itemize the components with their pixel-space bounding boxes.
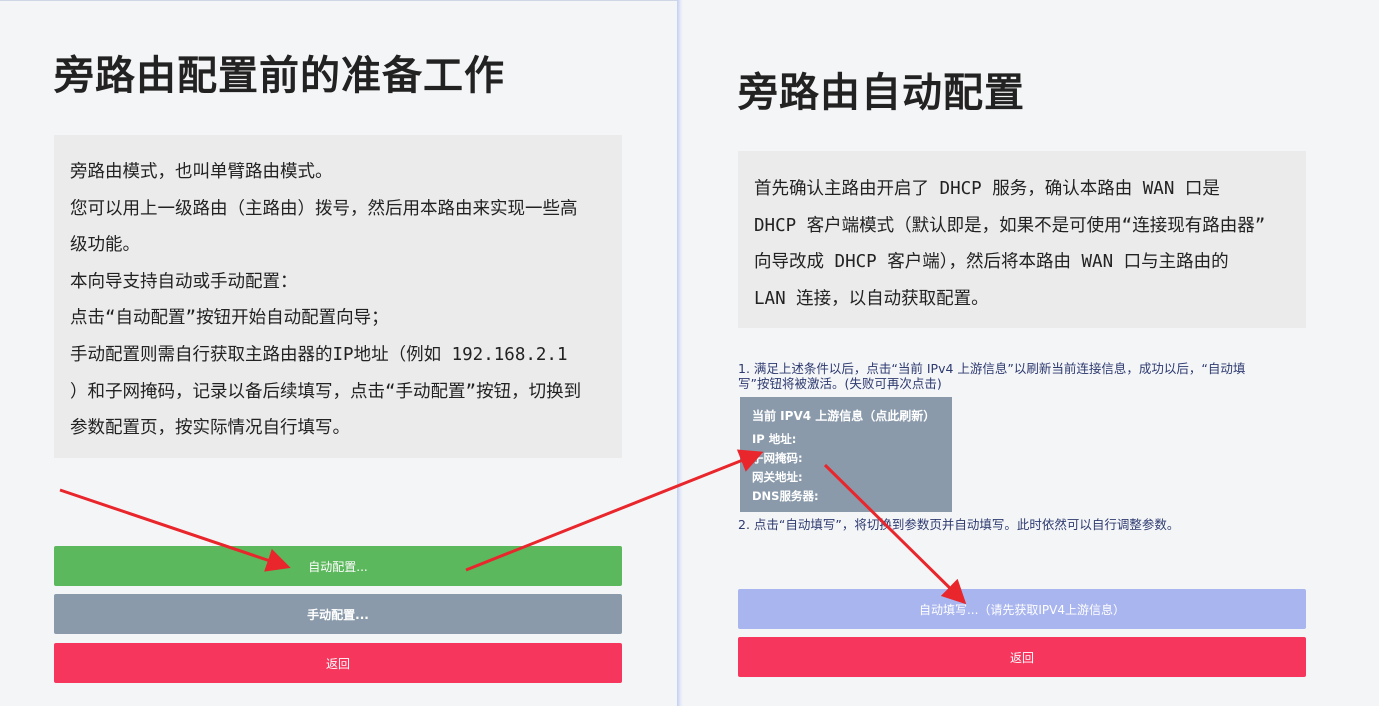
ip-address-label: IP 地址: bbox=[752, 432, 797, 446]
step-1-line: 1. 满足上述条件以后，点击“当前 IPv4 上游信息”以刷新当前连接信息，成功… bbox=[738, 361, 1246, 376]
description-box: 首先确认主路由开启了 DHCP 服务，确认本路由 WAN 口是 DHCP 客户端… bbox=[738, 151, 1306, 328]
right-panel: 旁路由自动配置 首先确认主路由开启了 DHCP 服务，确认本路由 WAN 口是 … bbox=[683, 0, 1379, 706]
step-1-line: 写”按钮将被激活。(失败可再次点击) bbox=[738, 376, 942, 391]
gateway-label: 网关地址: bbox=[752, 470, 803, 484]
description-line: 参数配置页，按实际情况自行填写。 bbox=[70, 418, 350, 439]
description-line: ）和子网掩码，记录以备后续填写，点击“手动配置”按钮，切换到 bbox=[70, 381, 582, 402]
auto-config-button[interactable]: 自动配置... bbox=[54, 546, 622, 586]
subnet-mask-label: 子网掩码: bbox=[752, 451, 803, 465]
page-title: 旁路由配置前的准备工作 bbox=[54, 53, 505, 99]
description-line: 您可以用上一级路由（主路由）拨号，然后用本路由来实现一些高 bbox=[70, 198, 578, 219]
description-line: 向导改成 DHCP 客户端），然后将本路由 WAN 口与主路由的 bbox=[754, 252, 1229, 273]
description-box: 旁路由模式，也叫单臂路由模式。 您可以用上一级路由（主路由）拨号，然后用本路由来… bbox=[54, 135, 622, 458]
upstream-card-title: 当前 IPV4 上游信息（点此刷新） bbox=[752, 409, 936, 423]
description-line: 点击“自动配置”按钮开始自动配置向导； bbox=[70, 308, 389, 329]
manual-config-button[interactable]: 手动配置... bbox=[54, 594, 622, 634]
back-button[interactable]: 返回 bbox=[54, 643, 622, 683]
ipv4-upstream-refresh-card[interactable]: 当前 IPV4 上游信息（点此刷新） IP 地址: 子网掩码: 网关地址: DN… bbox=[740, 397, 952, 512]
description-line: 本向导支持自动或手动配置： bbox=[70, 271, 298, 292]
description-line: LAN 连接，以自动获取配置。 bbox=[754, 288, 989, 309]
left-panel: 旁路由配置前的准备工作 旁路由模式，也叫单臂路由模式。 您可以用上一级路由（主路… bbox=[0, 0, 677, 706]
description-line: 旁路由模式，也叫单臂路由模式。 bbox=[70, 162, 333, 182]
description-line: 手动配置则需自行获取主路由器的IP地址（例如 192.168.2.1 bbox=[70, 344, 568, 365]
page-title: 旁路由自动配置 bbox=[738, 70, 1025, 116]
back-button[interactable]: 返回 bbox=[738, 637, 1306, 677]
step-1-instruction: 1. 满足上述条件以后，点击“当前 IPv4 上游信息”以刷新当前连接信息，成功… bbox=[738, 361, 1245, 391]
description-line: 首先确认主路由开启了 DHCP 服务，确认本路由 WAN 口是 bbox=[754, 179, 1220, 199]
autofill-button[interactable]: 自动填写...（请先获取IPV4上游信息） bbox=[738, 589, 1306, 629]
description-line: DHCP 客户端模式（默认即是，如果不是可使用“连接现有路由器” bbox=[754, 215, 1266, 236]
description-line: 级功能。 bbox=[70, 235, 140, 256]
step-2-instruction: 2. 点击“自动填写”，将切换到参数页并自动填写。此时依然可以自行调整参数。 bbox=[738, 517, 1180, 532]
dns-label: DNS服务器: bbox=[752, 489, 819, 503]
